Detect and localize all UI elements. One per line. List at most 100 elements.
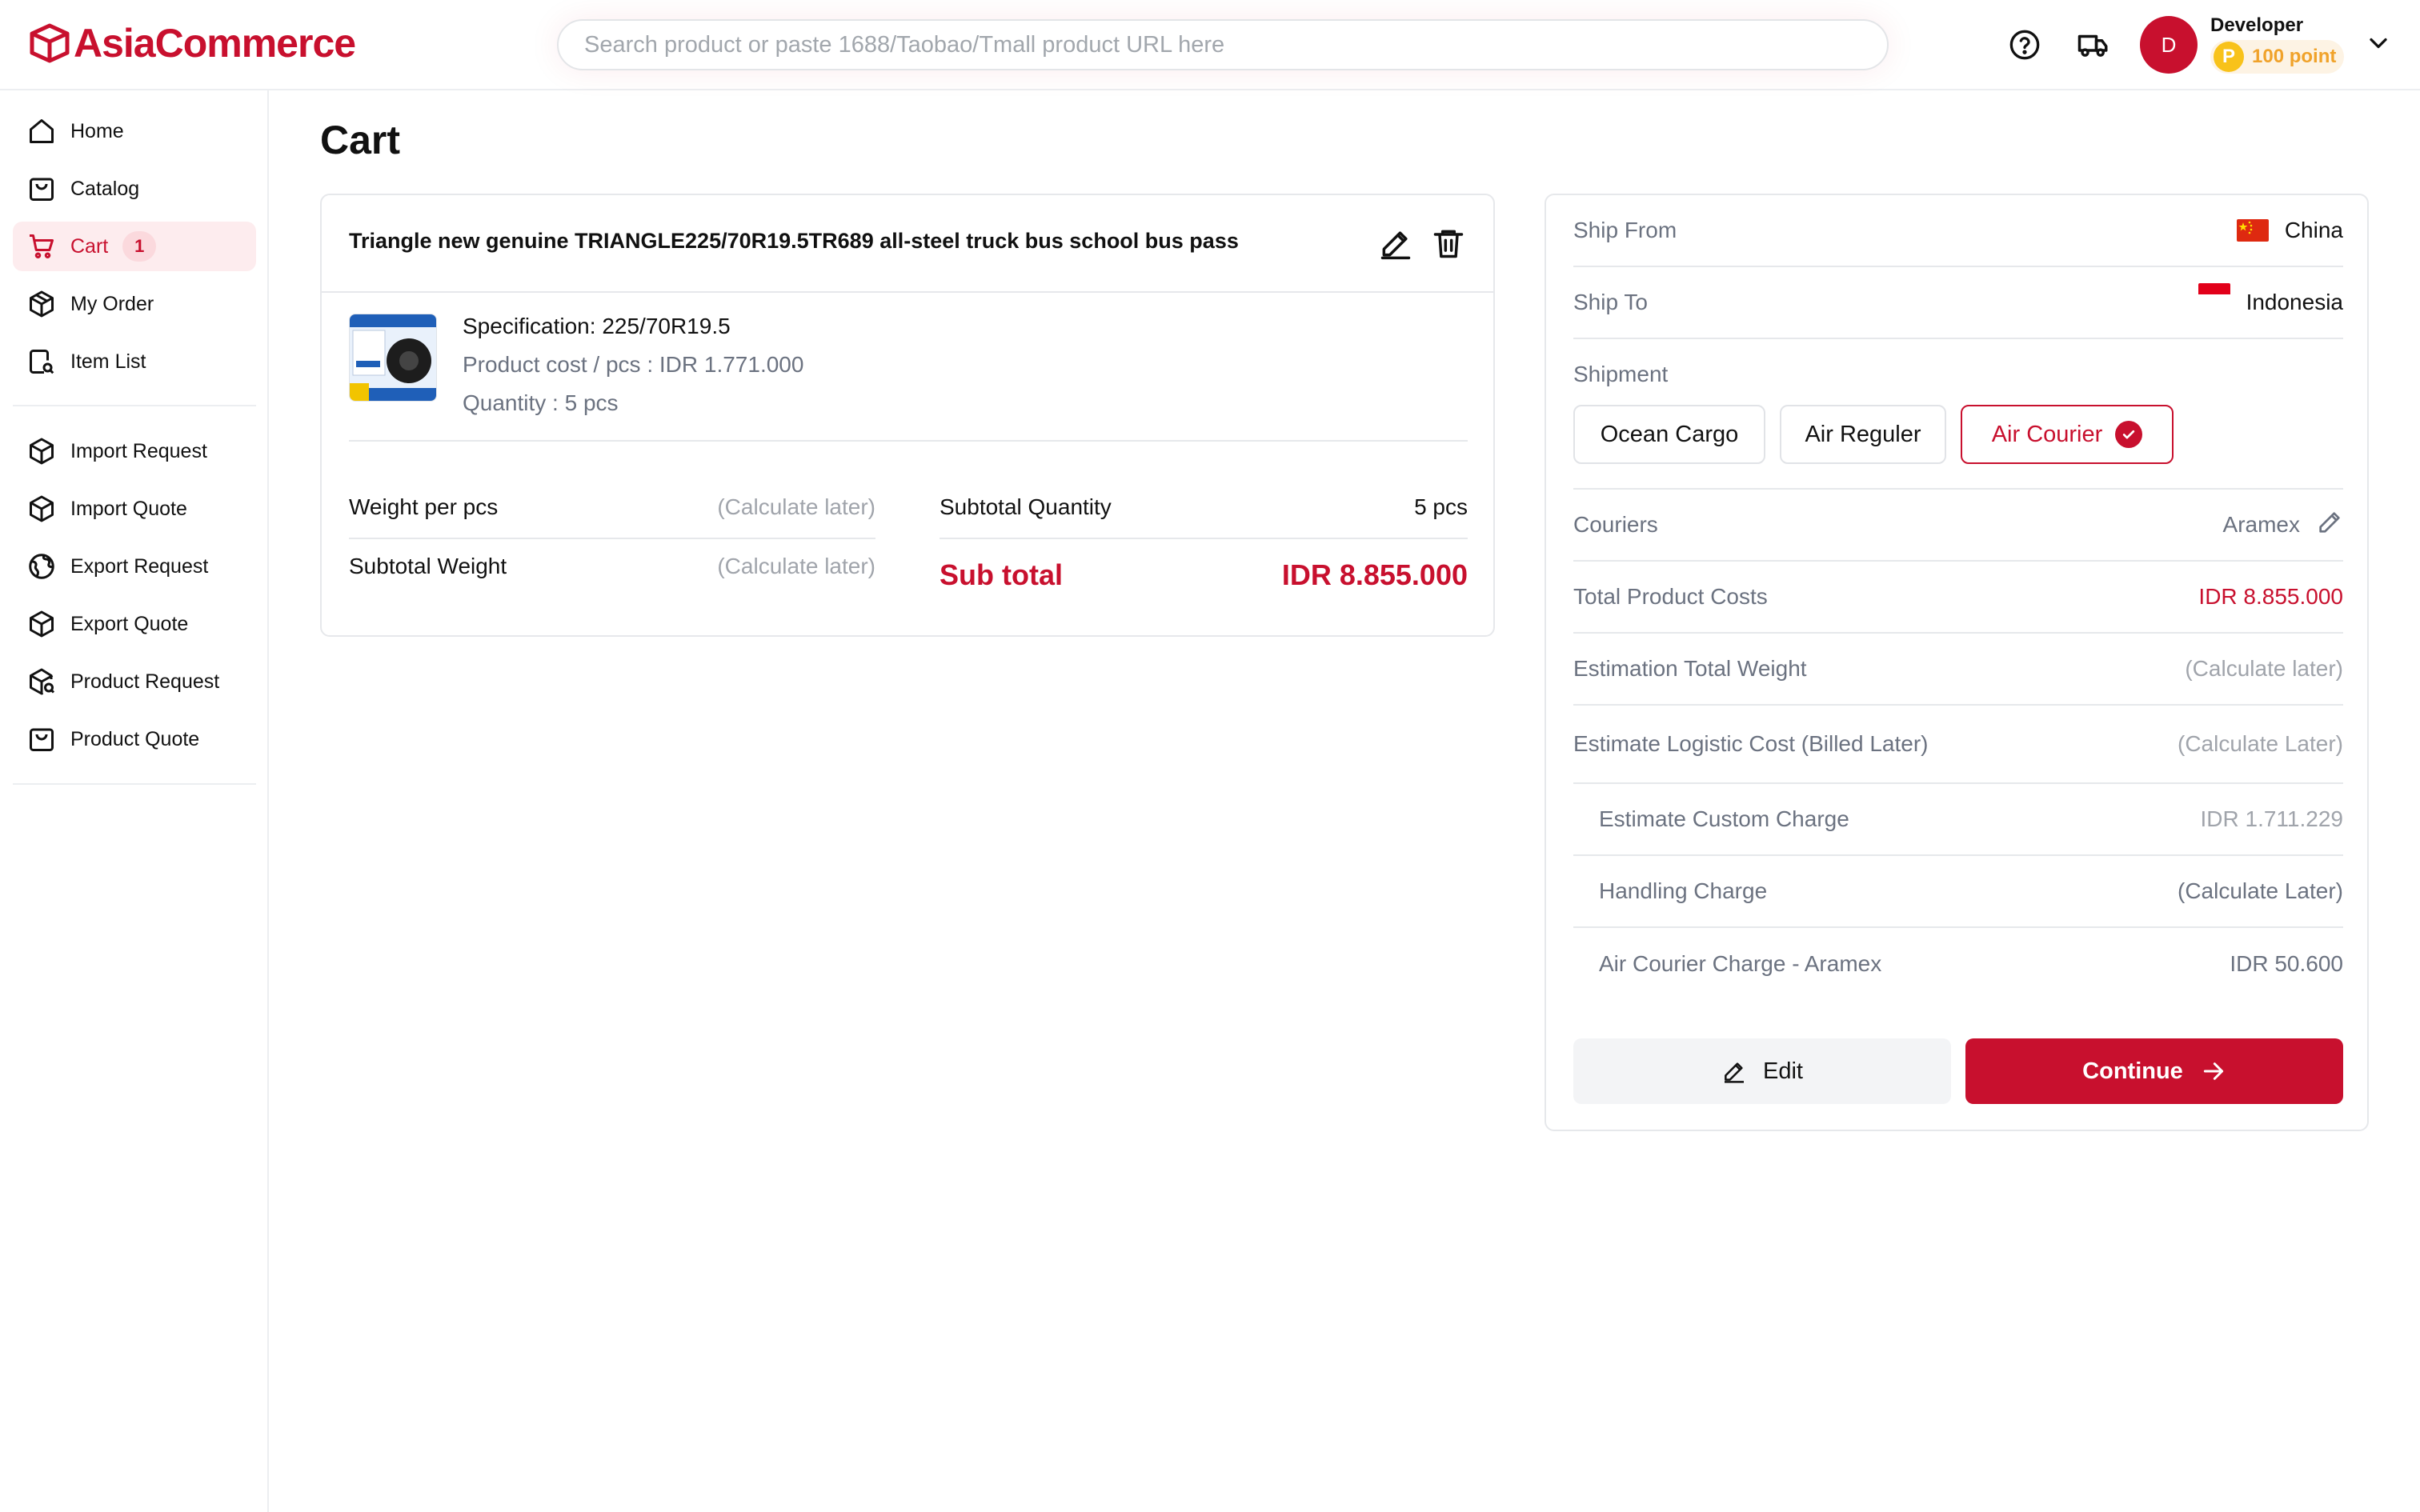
edit-courier-icon[interactable]	[2316, 509, 2343, 542]
card-divider	[322, 291, 1493, 293]
shipment-option-ocean-cargo[interactable]: Ocean Cargo	[1573, 405, 1765, 464]
air-courier-charge-label: Air Courier Charge - Aramex	[1599, 951, 1882, 976]
sidebar-item-my-order[interactable]: My Order	[13, 279, 256, 329]
search-input[interactable]	[557, 19, 1889, 70]
sidebar-item-catalog[interactable]: Catalog	[13, 164, 256, 214]
points-badge: P 100 point	[2210, 40, 2345, 74]
sidebar-item-export-quote[interactable]: Export Quote	[13, 599, 256, 649]
ship-from-label: Ship From	[1573, 218, 1677, 242]
sidebar-item-label: Export Request	[70, 554, 209, 578]
user-name: Developer	[2210, 14, 2304, 36]
cart-item-card: Triangle new genuine TRIANGLE225/70R19.5…	[320, 194, 1495, 637]
sidebar-item-export-request[interactable]: Export Request	[13, 542, 256, 591]
sidebar: Home Catalog Cart 1 My Order Item List I…	[0, 90, 269, 1512]
item-quantity: Quantity : 5 pcs	[463, 390, 619, 415]
ship-to-row: Ship To Indonesia	[1573, 267, 2343, 339]
est-total-weight-row: Estimation Total Weight (Calculate later…	[1573, 634, 2343, 706]
box-icon	[30, 438, 54, 465]
subtotal-weight-label: Subtotal Weight	[349, 554, 507, 578]
item-product-cost: Product cost / pcs : IDR 1.771.000	[463, 352, 804, 377]
total-product-costs-value: IDR 8.855.000	[2198, 584, 2343, 609]
sidebar-item-product-request[interactable]: Product Request	[13, 657, 256, 706]
chevron-down-icon[interactable]	[2364, 29, 2393, 58]
ship-to-value: Indonesia	[2246, 290, 2343, 314]
sidebar-item-item-list[interactable]: Item List	[13, 337, 256, 386]
order-summary-card: Ship From China Ship To Indonesia Shipme…	[1545, 194, 2369, 1131]
sidebar-item-label: Export Quote	[70, 612, 189, 635]
asiacommerce-logo[interactable]: AsiaCommerce	[27, 19, 356, 67]
sidebar-item-import-request[interactable]: Import Request	[13, 426, 256, 476]
user-avatar[interactable]: D	[2140, 16, 2198, 74]
row-divider	[349, 538, 875, 539]
est-logistic-value: (Calculate Later)	[2178, 731, 2343, 756]
couriers-value: Aramex	[2222, 512, 2300, 537]
sidebar-item-label: Import Quote	[70, 497, 187, 520]
shipment-option-label: Air Courier	[1991, 421, 2103, 447]
continue-button[interactable]: Continue	[1965, 1038, 2343, 1104]
top-header: AsiaCommerce D Developer P 100 point	[0, 0, 2420, 90]
sidebar-item-label: Catalog	[70, 177, 140, 200]
logo-text: AsiaCommerce	[74, 21, 356, 66]
item-title: Triangle new genuine TRIANGLE225/70R19.5…	[349, 229, 1239, 253]
subtotal-value: IDR 8.855.000	[1281, 558, 1468, 591]
edit-button[interactable]: Edit	[1573, 1038, 1951, 1104]
shipment-option-air-reguler[interactable]: Air Reguler	[1780, 405, 1946, 464]
sidebar-item-product-quote[interactable]: Product Quote	[13, 714, 256, 764]
ship-to-label: Ship To	[1573, 290, 1648, 314]
subtotal-weight-value: (Calculate later)	[717, 554, 875, 578]
edit-button-label: Edit	[1763, 1058, 1803, 1084]
sidebar-item-import-quote[interactable]: Import Quote	[13, 484, 256, 534]
china-flag-icon	[2236, 219, 2269, 242]
truck-icon[interactable]	[2076, 27, 2111, 62]
subtotal-quantity-value: 5 pcs	[1414, 494, 1468, 519]
box-icon	[30, 610, 54, 638]
trash-icon[interactable]	[1431, 226, 1466, 261]
handling-charge-label: Handling Charge	[1599, 878, 1768, 903]
sidebar-item-cart[interactable]: Cart 1	[13, 222, 256, 271]
indonesia-flag-icon	[2198, 283, 2230, 306]
pencil-icon	[1725, 1062, 1744, 1083]
list-search-icon	[30, 350, 54, 374]
sidebar-item-label: Import Request	[70, 439, 207, 462]
ship-from-value: China	[2284, 218, 2343, 242]
air-courier-charge-row: Air Courier Charge - Aramex IDR 50.600	[1573, 928, 2343, 1000]
product-thumbnail[interactable]	[349, 314, 437, 402]
sidebar-item-home[interactable]: Home	[13, 106, 256, 156]
check-circle-icon	[2115, 421, 2143, 448]
est-logistic-row: Estimate Logistic Cost (Billed Later) (C…	[1573, 706, 2343, 784]
page-title: Cart	[320, 118, 401, 162]
globe-icon	[29, 554, 54, 579]
points-value: 100 point	[2252, 46, 2337, 67]
continue-button-label: Continue	[2082, 1058, 2183, 1084]
weight-per-pcs-value: (Calculate later)	[717, 494, 875, 519]
shipment-option-air-courier[interactable]: Air Courier	[1961, 405, 2174, 464]
cart-count-badge: 1	[122, 231, 157, 262]
tire-product-image	[350, 314, 436, 401]
sidebar-item-label: Cart	[70, 234, 109, 258]
est-total-weight-label: Estimation Total Weight	[1573, 656, 1807, 681]
sidebar-item-label: Product Quote	[70, 727, 200, 750]
couriers-row: Couriers Aramex	[1573, 490, 2343, 562]
couriers-label: Couriers	[1573, 512, 1658, 537]
sidebar-divider	[13, 783, 256, 785]
sidebar-item-label: Item List	[70, 350, 146, 373]
box-search-icon	[30, 668, 55, 695]
item-specification: Specification: 225/70R19.5	[463, 314, 731, 338]
total-product-costs-row: Total Product Costs IDR 8.855.000	[1573, 562, 2343, 634]
arrow-right-icon	[2203, 1062, 2223, 1080]
logo-box-icon	[30, 23, 70, 63]
help-circle-icon[interactable]	[2007, 27, 2042, 62]
handling-charge-value: (Calculate Later)	[2178, 878, 2343, 903]
sidebar-item-label: My Order	[70, 292, 154, 315]
bag-icon	[30, 728, 54, 751]
coin-icon: P	[2214, 42, 2244, 72]
custom-charge-row: Estimate Custom Charge IDR 1.711.229	[1573, 784, 2343, 856]
handling-charge-row: Handling Charge (Calculate Later)	[1573, 856, 2343, 928]
custom-charge-label: Estimate Custom Charge	[1599, 806, 1849, 831]
bag-icon	[30, 178, 54, 201]
est-logistic-label: Estimate Logistic Cost (Billed Later)	[1573, 731, 1929, 756]
subtotal-quantity-label: Subtotal Quantity	[940, 494, 1112, 519]
card-divider	[349, 440, 1468, 442]
edit-pencil-icon[interactable]	[1378, 226, 1413, 261]
sidebar-item-label: Home	[70, 119, 124, 142]
